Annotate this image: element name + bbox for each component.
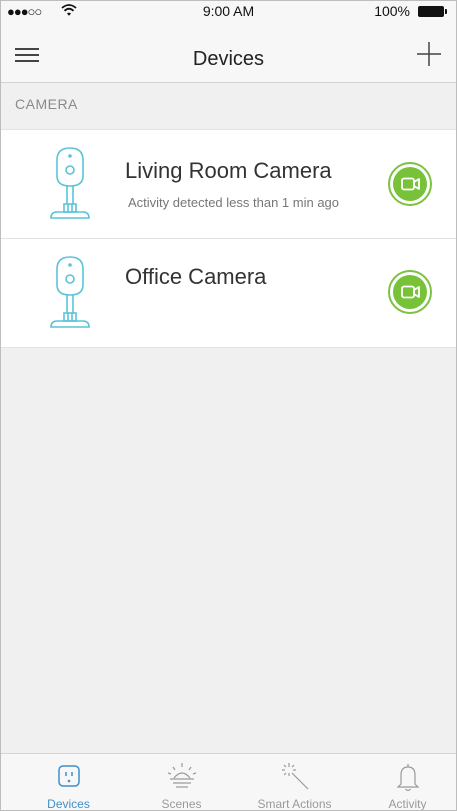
live-view-button[interactable]: [388, 162, 432, 206]
navigation-bar: Devices: [1, 21, 456, 83]
plus-icon[interactable]: [416, 41, 442, 67]
tab-devices[interactable]: Devices: [12, 754, 125, 810]
app-screen: ●●●○○ 9:00 AM 100% Devices CAMERA Living…: [0, 0, 457, 811]
outlet-icon: [57, 765, 80, 787]
video-camera-icon: [401, 177, 420, 191]
tab-scenes[interactable]: Scenes: [125, 754, 238, 810]
tab-label: Activity: [388, 797, 427, 811]
status-bar: ●●●○○ 9:00 AM 100%: [1, 1, 456, 21]
tab-label: Scenes: [161, 797, 202, 811]
device-status: Activity detected less than 1 min ago: [128, 195, 340, 210]
device-row-office[interactable]: Office Camera: [1, 239, 456, 348]
magic-wand-icon: [281, 763, 308, 790]
device-list: Living Room Camera Activity detected les…: [1, 129, 456, 348]
bell-icon: [396, 764, 419, 792]
tab-label: Devices: [47, 797, 90, 811]
tab-activity[interactable]: Activity: [351, 754, 456, 811]
tab-label: Smart Actions: [257, 797, 332, 811]
camera-device-icon: [50, 147, 90, 219]
video-camera-icon: [401, 285, 420, 299]
device-row-living-room[interactable]: Living Room Camera Activity detected les…: [1, 130, 456, 239]
section-header-camera: CAMERA: [15, 96, 78, 112]
page-title: Devices: [192, 48, 265, 70]
device-name: Living Room Camera: [125, 158, 332, 183]
live-view-button[interactable]: [388, 270, 432, 314]
tab-bar: Devices Scenes Smart Actions Activity: [1, 753, 456, 810]
battery-icon: [418, 6, 447, 17]
battery-percent: 100%: [374, 3, 410, 19]
sunrise-icon: [167, 763, 196, 788]
device-name: Office Camera: [125, 264, 267, 289]
camera-device-icon: [50, 256, 90, 328]
tab-smart-actions[interactable]: Smart Actions: [238, 754, 351, 810]
